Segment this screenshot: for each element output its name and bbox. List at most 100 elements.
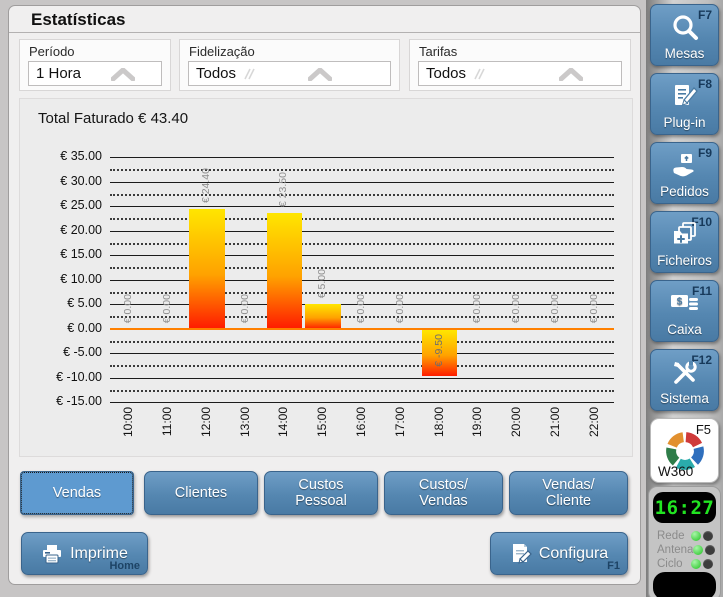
gridline (110, 230, 614, 232)
bar-value-label: € 0.00 (161, 294, 174, 324)
y-axis-tick-label: € 10.00 (60, 271, 102, 286)
tariffs-value: Todos (426, 65, 467, 82)
bar-value-label: € 0.00 (587, 294, 600, 324)
x-axis-tick-label: 13:00 (237, 407, 252, 438)
loyalty-select[interactable]: Todos (188, 61, 391, 86)
configure-button[interactable]: Configura F1 (490, 532, 628, 575)
bar-value-label: € -9.50 (432, 333, 445, 367)
tariffs-label: Tarifas (419, 44, 458, 59)
sidebar-button-ficheiros[interactable]: F10 Ficheiros (650, 211, 719, 273)
bar-value-label: € 23.50 (277, 172, 290, 208)
tab-custos-vendas[interactable]: Custos/ Vendas (384, 471, 503, 515)
led-on (691, 530, 701, 541)
x-axis-tick-label: 12:00 (198, 407, 213, 438)
tab-label: Vendas (419, 493, 468, 509)
print-shortcut: Home (109, 560, 140, 572)
title-bar: Estatísticas (9, 6, 640, 33)
clock-display: 16:27 (653, 492, 716, 523)
bar-value-label: € 0.00 (122, 294, 135, 324)
edit-mark-icon (244, 68, 255, 80)
clock-time: 16:27 (654, 496, 715, 519)
sidebar-button-label: Pedidos (660, 184, 709, 199)
bar-value-label: € 0.00 (471, 294, 484, 324)
gridline (110, 218, 614, 221)
y-axis-tick-label: € 25.00 (60, 198, 102, 212)
x-axis-tick-label: 14:00 (276, 407, 291, 438)
x-axis-tick-label: 11:00 (160, 407, 175, 437)
gridline (110, 402, 614, 403)
period-select[interactable]: 1 Hora (28, 61, 162, 86)
folders-icon (673, 222, 696, 244)
sidebar-button-sistema[interactable]: F12 Sistema (650, 349, 719, 411)
loyalty-label: Fidelização (189, 44, 255, 59)
y-axis-tick-label: € -5.00 (63, 345, 102, 359)
tariffs-select[interactable]: Todos (418, 61, 622, 86)
page-title: Estatísticas (31, 10, 126, 29)
svg-text:$: $ (676, 297, 682, 308)
gridline (110, 181, 614, 183)
period-filter-panel: Período 1 Hora (19, 39, 171, 91)
chart-panel: Total Faturado € 43.40 € 35.00 € 30.00 € 2… (19, 98, 633, 457)
edit-note-icon (674, 85, 698, 106)
y-axis-tick-label: € 0.00 (67, 320, 102, 335)
led-on (691, 558, 701, 569)
tab-clientes[interactable]: Clientes (144, 471, 258, 515)
bar-value-label: € 0.00 (393, 294, 406, 324)
indicator-ciclo: Ciclo (657, 557, 713, 570)
configure-shortcut: F1 (607, 560, 620, 572)
sidebar-button-label: Mesas (664, 46, 705, 61)
hand-package-icon (672, 154, 694, 177)
indicator-antena: Antena (657, 543, 716, 556)
indicator-label: Ciclo (657, 557, 683, 570)
tab-label: Pessoal (295, 493, 347, 509)
gridline (110, 340, 614, 343)
x-axis-tick-label: 21:00 (547, 407, 562, 438)
cash-icon: $ (670, 295, 698, 310)
x-axis-tick-label: 19:00 (470, 407, 485, 438)
sidebar-button-mesas[interactable]: F7 Mesas (650, 4, 719, 66)
tab-label: Custos (298, 476, 344, 493)
sidebar-button-label: Caixa (667, 322, 702, 337)
led-off (705, 544, 716, 555)
fkey-label: F7 (697, 8, 712, 22)
tab-vendas-cliente[interactable]: Vendas/ Cliente (509, 471, 628, 515)
fkey-label: F8 (697, 77, 712, 91)
chevron-up-icon (308, 68, 332, 81)
indicator-label: Rede (657, 529, 685, 542)
sidebar-button-pedidos[interactable]: F9 Pedidos (650, 142, 719, 204)
x-axis-tick-label: 17:00 (392, 407, 407, 438)
tab-vendas[interactable]: Vendas (20, 471, 134, 515)
tab-label: Custos/ (418, 476, 469, 493)
y-axis-tick-label: € -10.00 (56, 369, 102, 384)
gridline (110, 353, 614, 354)
configure-icon (512, 544, 532, 564)
w360-button[interactable]: F5 W360 (650, 418, 719, 483)
print-button[interactable]: Imprime Home (21, 532, 148, 575)
gridline (110, 327, 614, 330)
statistics-window: Estatísticas Período 1 Hora Fidelização … (8, 5, 641, 585)
bar-value-label: € 0.00 (548, 294, 561, 324)
sidebar-button-label: Sistema (660, 391, 709, 406)
loyalty-filter-panel: Fidelização Todos (179, 39, 400, 91)
led-off (703, 558, 713, 569)
led-off (703, 530, 713, 541)
y-axis-tick-label: € 15.00 (60, 247, 102, 261)
y-axis-tick-label: € 30.00 (60, 173, 102, 188)
sidebar-button-label: Plug-in (663, 115, 706, 130)
status-panel: 16:27 Rede Antena Ciclo (648, 486, 721, 597)
tab-label: Cliente (545, 493, 592, 509)
tariffs-filter-panel: Tarifas Todos (409, 39, 631, 91)
printer-icon (43, 544, 62, 563)
x-axis-tick-label: 16:00 (354, 407, 368, 438)
configure-label: Configura (538, 544, 609, 562)
search-icon (672, 15, 698, 40)
gridline (110, 193, 614, 196)
sidebar-button-caixa[interactable]: F11 $ Caixa (650, 280, 719, 342)
tab-custos-pessoal[interactable]: Custos Pessoal (264, 471, 378, 515)
led-on (693, 544, 704, 555)
x-axis-tick-label: 15:00 (315, 407, 330, 438)
tools-icon (673, 361, 697, 384)
sidebar-button-plugin[interactable]: F8 Plug-in (650, 73, 719, 135)
bar-value-label: € 0.00 (238, 294, 251, 324)
tab-label: Clientes (174, 484, 228, 501)
